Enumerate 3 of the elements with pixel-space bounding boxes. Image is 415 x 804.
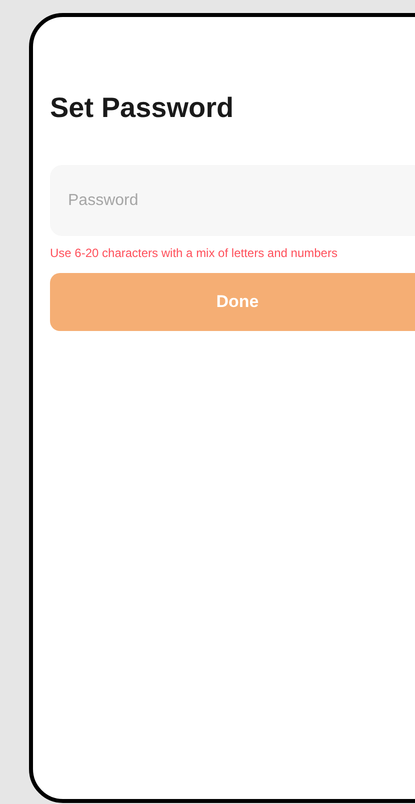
password-field[interactable]: Password xyxy=(50,165,415,236)
page-title: Set Password xyxy=(50,91,235,125)
password-hint: Use 6-20 characters with a mix of letters and numbers xyxy=(50,245,338,261)
